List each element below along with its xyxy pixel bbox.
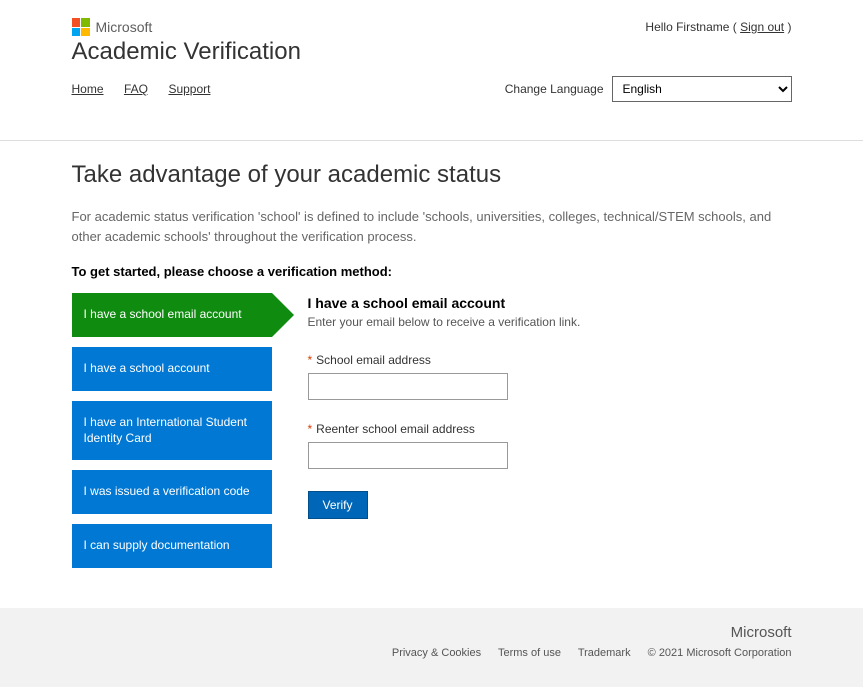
nav-home[interactable]: Home <box>72 82 104 96</box>
verify-button[interactable]: Verify <box>308 491 368 519</box>
language-label: Change Language <box>505 82 604 96</box>
footer-copyright: © 2021 Microsoft Corporation <box>648 647 792 659</box>
tab-documentation[interactable]: I can supply documentation <box>72 524 272 568</box>
footer-brand: Microsoft <box>72 624 792 641</box>
form-subtitle: Enter your email below to receive a veri… <box>308 315 792 329</box>
reenter-email-input[interactable] <box>308 442 508 469</box>
language-select[interactable]: English <box>612 76 792 102</box>
nav-faq[interactable]: FAQ <box>124 82 148 96</box>
method-prompt: To get started, please choose a verifica… <box>72 264 792 279</box>
nav-support[interactable]: Support <box>168 82 210 96</box>
reenter-email-label: *Reenter school email address <box>308 422 792 436</box>
user-greeting: Hello Firstname ( Sign out ) <box>645 20 791 34</box>
microsoft-logo-icon <box>72 18 90 36</box>
sign-out-link[interactable]: Sign out <box>740 20 784 34</box>
school-email-input[interactable] <box>308 373 508 400</box>
tab-isic[interactable]: I have an International Student Identity… <box>72 401 272 460</box>
form-title: I have a school email account <box>308 295 792 311</box>
page-title: Academic Verification <box>72 38 792 66</box>
tab-verification-code[interactable]: I was issued a verification code <box>72 470 272 514</box>
main-description: For academic status verification 'school… <box>72 207 792 246</box>
brand-text: Microsoft <box>96 19 153 35</box>
footer-trademark[interactable]: Trademark <box>578 647 631 659</box>
tab-school-account[interactable]: I have a school account <box>72 347 272 391</box>
footer-privacy[interactable]: Privacy & Cookies <box>392 647 481 659</box>
main-heading: Take advantage of your academic status <box>72 161 792 189</box>
tab-school-email[interactable]: I have a school email account <box>72 293 272 337</box>
footer-terms[interactable]: Terms of use <box>498 647 561 659</box>
email-label: *School email address <box>308 353 792 367</box>
